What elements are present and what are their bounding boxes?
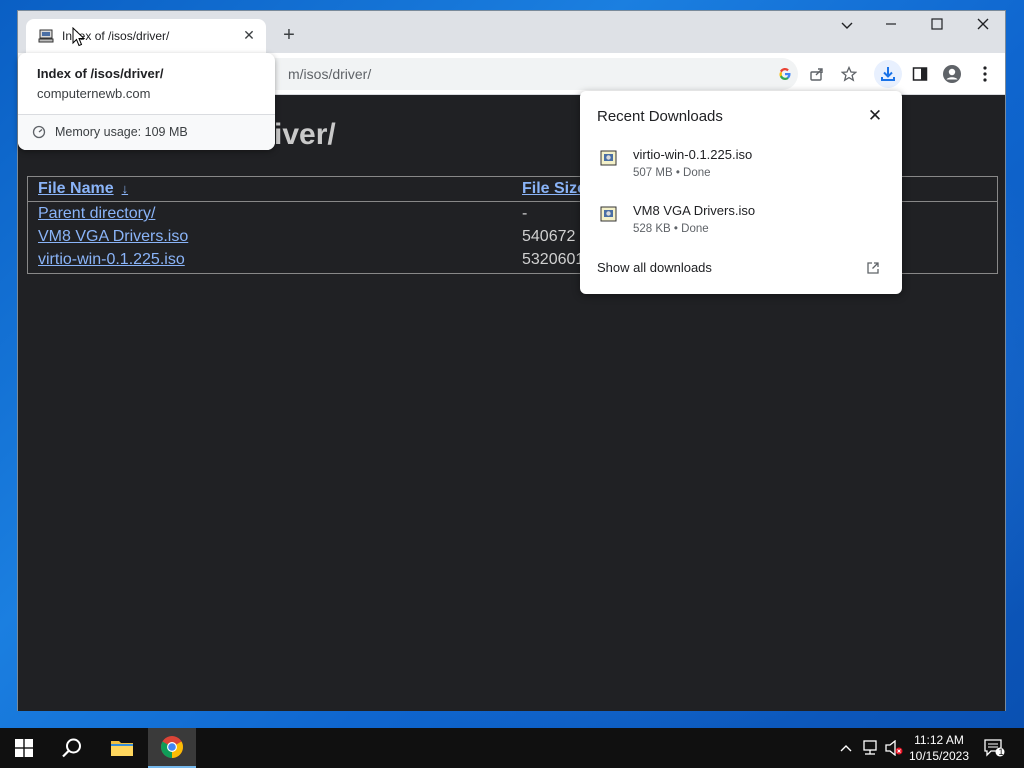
bookmark-star-icon[interactable]: [837, 62, 861, 86]
chrome-icon: [161, 736, 183, 758]
iso-file-icon: [600, 206, 617, 222]
download-item[interactable]: virtio-win-0.1.225.iso 507 MB • Done: [580, 147, 902, 193]
taskbar: 11:12 AM 10/15/2023 1: [0, 728, 1024, 768]
table-row-link[interactable]: Parent directory/: [38, 205, 155, 223]
close-icon[interactable]: ✕: [866, 107, 884, 125]
windows-logo-icon: [15, 739, 33, 757]
search-button[interactable]: [48, 728, 96, 768]
tab-strip: Index of /isos/driver/ ✕ +: [18, 11, 1005, 53]
download-item-status: 528 KB • Done: [633, 223, 709, 235]
memory-usage-text: Memory usage: 109 MB: [55, 125, 188, 139]
downloads-bubble: Recent Downloads ✕ virtio-win-0.1.225.is…: [580, 91, 902, 294]
download-item[interactable]: VM8 VGA Drivers.iso 528 KB • Done: [580, 203, 902, 249]
download-icon[interactable]: [874, 60, 902, 88]
address-url: m/isos/driver/: [288, 66, 372, 82]
network-icon[interactable]: [860, 738, 880, 758]
computer-icon: [38, 29, 54, 43]
notification-center-icon[interactable]: 1: [982, 738, 1006, 758]
show-all-downloads-link[interactable]: Show all downloads: [597, 260, 712, 275]
table-row-size: 5320601: [522, 251, 585, 268]
sort-arrow-icon: ↓: [121, 181, 129, 196]
tab-hover-card: Index of /isos/driver/ computernewb.com …: [18, 53, 275, 150]
iso-file-icon: [600, 150, 617, 166]
folder-icon: [111, 741, 133, 756]
hover-card-title: Index of /isos/driver/: [37, 66, 164, 81]
table-row-link[interactable]: VM8 VGA Drivers.iso: [38, 228, 188, 246]
google-lens-icon[interactable]: [773, 62, 797, 86]
close-tab-icon[interactable]: ✕: [240, 26, 258, 44]
hover-card-domain: computernewb.com: [37, 86, 151, 101]
maximize-button[interactable]: [914, 11, 960, 41]
profile-avatar-icon[interactable]: [940, 62, 964, 86]
system-clock[interactable]: 11:12 AM 10/15/2023: [902, 732, 976, 764]
column-header-file-name[interactable]: File Name ↓: [38, 180, 128, 198]
chrome-taskbar-button[interactable]: [148, 728, 196, 768]
side-panel-icon[interactable]: [908, 62, 932, 86]
menu-kebab-icon[interactable]: [973, 62, 997, 86]
chevron-up-icon[interactable]: [836, 738, 856, 758]
file-explorer-button[interactable]: [98, 728, 146, 768]
hover-card-footer: Memory usage: 109 MB: [18, 114, 275, 150]
clock-time: 11:12 AM: [914, 733, 964, 747]
download-item-name: VM8 VGA Drivers.iso: [633, 203, 756, 218]
notification-count-badge: 1: [998, 747, 1004, 757]
clock-date: 10/15/2023: [908, 749, 970, 763]
column-header-file-size[interactable]: File Size: [522, 180, 586, 198]
table-row-size: -: [522, 205, 528, 222]
new-tab-button[interactable]: +: [278, 25, 300, 47]
page-title: iver/: [274, 118, 336, 151]
table-row-size: 540672: [522, 228, 576, 245]
download-item-status: 507 MB • Done: [633, 167, 711, 179]
downloads-title: Recent Downloads: [597, 108, 723, 125]
close-window-button[interactable]: [960, 11, 1006, 41]
mouse-cursor-icon: [72, 27, 86, 47]
download-item-name: virtio-win-0.1.225.iso: [633, 147, 753, 162]
table-row-link[interactable]: virtio-win-0.1.225.iso: [38, 251, 185, 269]
open-external-icon[interactable]: [866, 261, 880, 275]
tab-search-chevron-icon[interactable]: [824, 11, 870, 41]
memory-gauge-icon: [32, 125, 46, 139]
share-icon[interactable]: [805, 62, 829, 86]
browser-tab[interactable]: Index of /isos/driver/ ✕: [26, 19, 266, 53]
search-icon: [62, 738, 81, 758]
minimize-button[interactable]: [868, 11, 914, 41]
volume-muted-icon[interactable]: [884, 738, 904, 758]
start-button[interactable]: [0, 728, 48, 768]
